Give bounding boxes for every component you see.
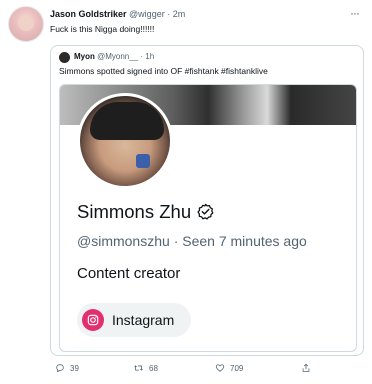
tweet-separator: · <box>167 9 171 19</box>
share-icon <box>302 363 310 372</box>
tweet-time[interactable]: 2m <box>173 9 186 19</box>
tweet-author-handle[interactable]: @wigger <box>129 9 165 19</box>
quote-author-name[interactable]: Myon <box>74 52 95 61</box>
retweet-count: 68 <box>149 363 158 373</box>
quote-header: Myon @Myonn__ · 1h <box>74 52 154 61</box>
instagram-link-label: Instagram <box>112 312 175 328</box>
tweet-header: Jason Goldstriker @wigger · 2m <box>50 9 320 20</box>
tweet-actions-bar: 39 68 709 <box>55 363 355 375</box>
reply-action[interactable]: 39 <box>55 363 79 373</box>
profile-screenshot-card: Simmons Zhu @simmonszhu · Seen 7 minutes… <box>59 84 357 352</box>
retweet-icon <box>134 365 143 371</box>
profile-last-seen: Seen 7 minutes ago <box>182 233 307 249</box>
instagram-link-button: Instagram <box>77 303 191 337</box>
quote-time[interactable]: 1h <box>145 52 154 61</box>
profile-name-text: Simmons Zhu <box>77 201 192 222</box>
profile-display-name: Simmons Zhu <box>77 201 214 223</box>
verified-check-icon <box>197 203 214 220</box>
more-options-icon[interactable]: ··· <box>350 6 360 20</box>
retweet-action[interactable]: 68 <box>133 363 158 373</box>
profile-handle: @simmonszhu <box>77 233 170 249</box>
tweet-text: Fuck is this Nigga doing!!!!!! <box>50 24 155 34</box>
quote-text: Simmons spotted signed into OF #fishtank… <box>59 66 268 76</box>
profile-separator: · <box>173 233 179 249</box>
like-action[interactable]: 709 <box>215 363 243 373</box>
profile-handle-line: @simmonszhu · Seen 7 minutes ago <box>77 233 307 249</box>
profile-bio: Content creator <box>77 265 181 282</box>
quote-avatar[interactable] <box>59 52 70 63</box>
reply-count: 39 <box>70 363 79 373</box>
tweet-author-name[interactable]: Jason Goldstriker <box>50 9 127 19</box>
quoted-tweet[interactable]: Myon @Myonn__ · 1h Simmons spotted signe… <box>50 45 364 356</box>
share-action[interactable] <box>301 363 316 373</box>
quote-separator: · <box>140 52 144 61</box>
reply-icon <box>56 364 64 373</box>
heart-icon <box>215 364 225 372</box>
instagram-icon <box>82 309 104 331</box>
profile-photo <box>77 93 173 189</box>
quote-author-handle[interactable]: @Myonn__ <box>97 52 138 61</box>
like-count: 709 <box>230 363 244 373</box>
tweet-avatar[interactable] <box>8 6 44 42</box>
